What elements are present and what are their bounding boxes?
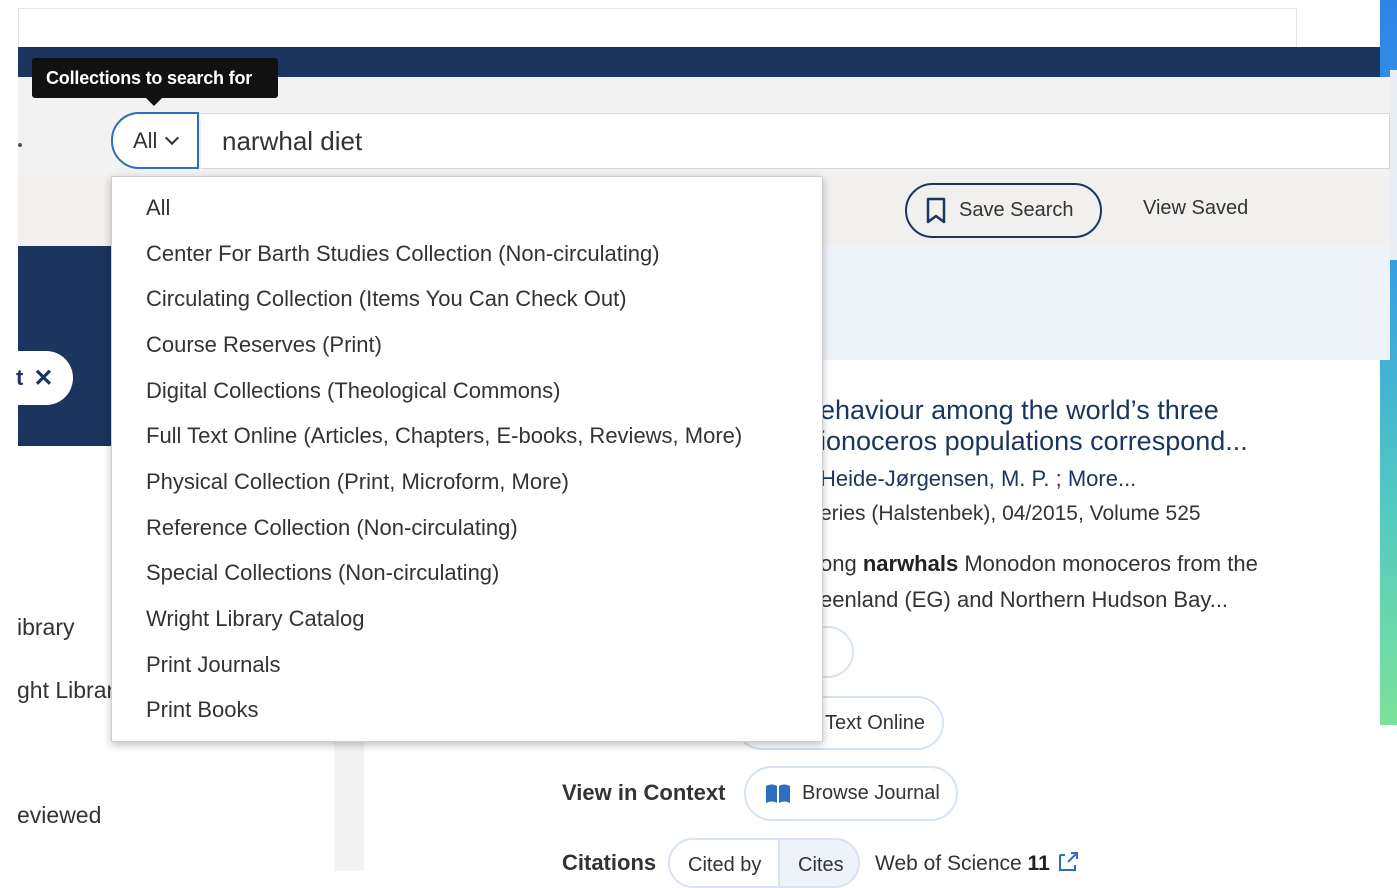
scope-tooltip: Collections to search for: [32, 58, 278, 106]
filter-item-library[interactable]: ibrary: [17, 614, 75, 641]
dropdown-option-reference[interactable]: Reference Collection (Non-circulating): [112, 505, 822, 551]
citations-label: Citations: [562, 850, 657, 875]
external-link-icon: [1058, 852, 1078, 871]
dropdown-option-wright-library[interactable]: Wright Library Catalog: [112, 596, 822, 642]
dropdown-option-digital-collections[interactable]: Digital Collections (Theological Commons…: [112, 368, 822, 414]
result-snippet: ong narwhals Monodon monoceros from the …: [820, 546, 1258, 618]
dropdown-option-physical-collection[interactable]: Physical Collection (Print, Microform, M…: [112, 459, 822, 505]
active-filter-label: t: [16, 365, 24, 390]
collection-dropdown-menu: All Center For Barth Studies Collection …: [111, 176, 823, 742]
dropdown-option-print-journals[interactable]: Print Journals: [112, 642, 822, 688]
dropdown-option-course-reserves[interactable]: Course Reserves (Print): [112, 322, 822, 368]
dropdown-option-special-collections[interactable]: Special Collections (Non-circulating): [112, 551, 822, 597]
full-text-label: Text Online: [825, 711, 926, 734]
dropdown-option-full-text-online[interactable]: Full Text Online (Articles, Chapters, E-…: [112, 413, 822, 459]
authors-separator: ;: [1049, 466, 1068, 491]
tooltip-text: Collections to search for: [46, 67, 253, 88]
scope-selected-label: All: [133, 127, 158, 153]
snippet-line2: eenland (EG) and Northern Hudson Bay...: [820, 587, 1229, 612]
author-link[interactable]: Heide-Jørgensen, M. P.: [820, 466, 1049, 491]
browse-journal-label: Browse Journal: [802, 782, 940, 804]
result-authors: Heide-Jørgensen, M. P. ; More...: [820, 466, 1136, 492]
result-publication: eries (Halstenbek), 04/2015, Volume 525: [820, 502, 1201, 525]
web-of-science-link[interactable]: Web of Science 11: [875, 850, 1080, 876]
dropdown-option-barth-studies[interactable]: Center For Barth Studies Collection (Non…: [112, 231, 822, 277]
wos-label: Web of Science: [875, 852, 1022, 875]
left-dot: [18, 143, 22, 147]
result-title[interactable]: ehaviour among the world’s three ionocer…: [820, 395, 1248, 457]
browse-journal-button[interactable]: Browse Journal: [744, 766, 958, 821]
chevron-down-icon: [165, 130, 180, 145]
dropdown-option-all[interactable]: All: [112, 185, 822, 231]
close-icon[interactable]: ✕: [33, 364, 53, 393]
result-title-line2: ionoceros populations correspond...: [820, 426, 1248, 456]
wos-count: 11: [1027, 852, 1050, 875]
book-icon: [766, 784, 790, 803]
collection-scope-button[interactable]: All: [111, 112, 199, 169]
search-input[interactable]: [201, 113, 1390, 169]
snippet-post: Monodon monoceros from the: [958, 551, 1258, 576]
save-search-label: Save Search: [959, 199, 1074, 221]
save-search-button[interactable]: Save Search: [905, 183, 1102, 238]
top-strip: [18, 8, 1297, 49]
snippet-highlight: narwhals: [862, 551, 959, 576]
cited-by-button[interactable]: Cited by: [668, 838, 780, 888]
view-saved-link[interactable]: View Saved: [1143, 197, 1248, 220]
dropdown-option-print-books[interactable]: Print Books: [112, 688, 822, 734]
result-title-line1: ehaviour among the world’s three: [820, 395, 1219, 425]
snippet-pre: ong: [820, 551, 863, 576]
more-authors-link[interactable]: More...: [1068, 466, 1136, 491]
active-filter-chip[interactable]: t ✕: [0, 351, 73, 405]
filter-item-peer-reviewed[interactable]: eviewed: [17, 802, 101, 829]
dropdown-option-circulating[interactable]: Circulating Collection (Items You Can Ch…: [112, 276, 822, 322]
bookmark-icon: [926, 197, 946, 223]
view-in-context-label: View in Context: [562, 780, 726, 805]
filter-item-wright-library[interactable]: ght Librar: [17, 677, 114, 704]
right-edge-panel: [1390, 70, 1397, 260]
cites-button[interactable]: Cites: [778, 838, 860, 888]
